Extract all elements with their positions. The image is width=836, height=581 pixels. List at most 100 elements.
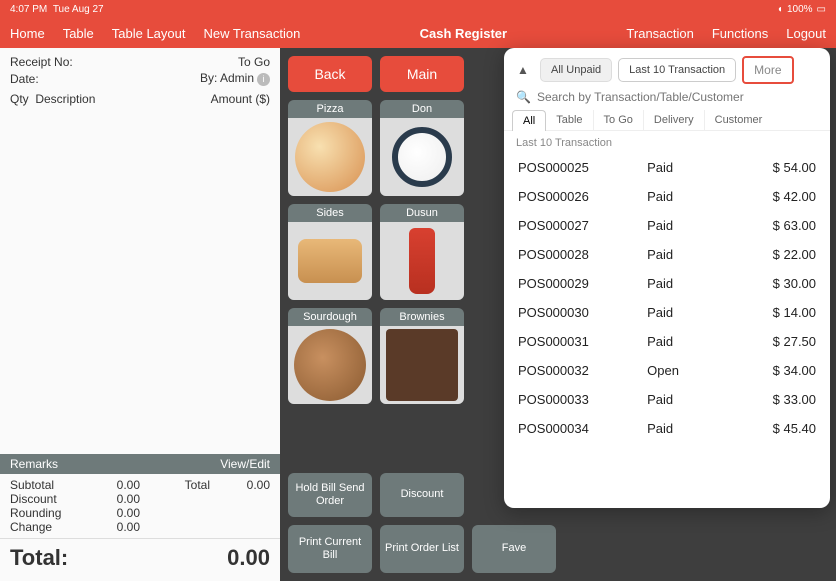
print-current-bill-button[interactable]: Print Current Bill	[288, 525, 372, 573]
subtotal-label: Subtotal	[10, 478, 80, 492]
transaction-row[interactable]: POS000033Paid$ 33.00	[504, 385, 830, 414]
nav-home[interactable]: Home	[10, 26, 45, 41]
txn-status: Open	[647, 363, 726, 378]
col-qty: Qty	[10, 92, 29, 106]
txn-status: Paid	[647, 160, 726, 175]
txn-amount: $ 30.00	[727, 276, 816, 291]
txn-status: Paid	[647, 421, 726, 436]
dusun-icon	[409, 228, 435, 294]
category-label: Dusun	[380, 204, 464, 222]
nav-new-transaction[interactable]: New Transaction	[204, 26, 301, 41]
txn-id: POS000030	[518, 305, 647, 320]
search-input[interactable]	[537, 90, 818, 104]
change-label: Change	[10, 520, 80, 534]
txn-status: Paid	[647, 305, 726, 320]
battery-percent: 100%	[787, 4, 813, 15]
txn-id: POS000026	[518, 189, 647, 204]
filter-tab-togo[interactable]: To Go	[594, 110, 644, 130]
rounding-value: 0.00	[80, 506, 140, 520]
category-label: Sourdough	[288, 308, 372, 326]
category-don[interactable]: Don	[380, 100, 464, 196]
txn-amount: $ 22.00	[727, 247, 816, 262]
search-icon: 🔍	[516, 90, 531, 104]
receipt-type: To Go	[238, 55, 270, 69]
discount-value: 0.00	[80, 492, 140, 506]
txn-id: POS000031	[518, 334, 647, 349]
seg-last10[interactable]: Last 10 Transaction	[618, 58, 736, 82]
remarks-label[interactable]: Remarks	[10, 457, 58, 471]
transaction-row[interactable]: POS000032Open$ 34.00	[504, 356, 830, 385]
sourdough-icon	[294, 329, 366, 401]
txn-id: POS000032	[518, 363, 647, 378]
nav-transaction[interactable]: Transaction	[626, 26, 693, 41]
filter-tab-all[interactable]: All	[512, 110, 546, 131]
txn-status: Paid	[647, 218, 726, 233]
filter-tab-table[interactable]: Table	[546, 110, 593, 130]
sides-icon	[298, 239, 362, 283]
view-edit-link[interactable]: View/Edit	[220, 457, 270, 471]
nav-functions[interactable]: Functions	[712, 26, 768, 41]
grand-total-value: 0.00	[227, 545, 270, 571]
category-brownies[interactable]: Brownies	[380, 308, 464, 404]
subtotal-value: 0.00	[80, 478, 140, 492]
receipt-date-label: Date:	[10, 72, 39, 86]
transaction-row[interactable]: POS000029Paid$ 30.00	[504, 269, 830, 298]
txn-amount: $ 14.00	[727, 305, 816, 320]
txn-amount: $ 63.00	[727, 218, 816, 233]
txn-id: POS000033	[518, 392, 647, 407]
transaction-list[interactable]: POS000025Paid$ 54.00POS000026Paid$ 42.00…	[504, 153, 830, 508]
txn-amount: $ 42.00	[727, 189, 816, 204]
txn-amount: $ 45.40	[727, 421, 816, 436]
nav-table[interactable]: Table	[63, 26, 94, 41]
fave-button[interactable]: Fave	[472, 525, 556, 573]
nav-table-layout[interactable]: Table Layout	[112, 26, 186, 41]
category-label: Pizza	[288, 100, 372, 118]
category-sides[interactable]: Sides	[288, 204, 372, 300]
txn-id: POS000029	[518, 276, 647, 291]
main-button[interactable]: Main	[380, 56, 464, 92]
seg-all-unpaid[interactable]: All Unpaid	[540, 58, 612, 82]
hold-bill-button[interactable]: Hold Bill Send Order	[288, 473, 372, 517]
transaction-row[interactable]: POS000027Paid$ 63.00	[504, 211, 830, 240]
txn-amount: $ 54.00	[727, 160, 816, 175]
back-button[interactable]: Back	[288, 56, 372, 92]
total-value: 0.00	[210, 478, 270, 492]
category-sourdough[interactable]: Sourdough	[288, 308, 372, 404]
transaction-row[interactable]: POS000031Paid$ 27.50	[504, 327, 830, 356]
grand-total-label: Total:	[10, 545, 68, 571]
transaction-row[interactable]: POS000030Paid$ 14.00	[504, 298, 830, 327]
txn-amount: $ 33.00	[727, 392, 816, 407]
pizza-icon	[295, 122, 365, 192]
category-label: Brownies	[380, 308, 464, 326]
don-icon	[392, 127, 452, 187]
status-date: Tue Aug 27	[53, 4, 104, 15]
category-dusun[interactable]: Dusun	[380, 204, 464, 300]
txn-amount: $ 34.00	[727, 363, 816, 378]
filter-tab-customer[interactable]: Customer	[705, 110, 773, 130]
info-icon[interactable]: i	[257, 73, 270, 86]
category-label: Don	[380, 100, 464, 118]
more-button[interactable]: More	[742, 56, 793, 84]
txn-status: Paid	[647, 392, 726, 407]
nav-logout[interactable]: Logout	[786, 26, 826, 41]
battery-icon: ▭	[817, 4, 826, 15]
print-order-list-button[interactable]: Print Order List	[380, 525, 464, 573]
transaction-row[interactable]: POS000034Paid$ 45.40	[504, 414, 830, 443]
transaction-row[interactable]: POS000026Paid$ 42.00	[504, 182, 830, 211]
transaction-row[interactable]: POS000025Paid$ 54.00	[504, 153, 830, 182]
status-time: 4:07 PM	[10, 4, 47, 15]
category-pizza[interactable]: Pizza	[288, 100, 372, 196]
txn-id: POS000028	[518, 247, 647, 262]
txn-id: POS000034	[518, 421, 647, 436]
collapse-button[interactable]: ▲	[512, 59, 534, 81]
transaction-row[interactable]: POS000028Paid$ 22.00	[504, 240, 830, 269]
filter-tab-delivery[interactable]: Delivery	[644, 110, 705, 130]
txn-id: POS000025	[518, 160, 647, 175]
wifi-icon: ◖	[777, 4, 783, 15]
section-label: Last 10 Transaction	[504, 131, 830, 153]
change-value: 0.00	[80, 520, 140, 534]
discount-button[interactable]: Discount	[380, 473, 464, 517]
receipt-panel: Receipt No: To Go Date: By: Admini Qty D…	[0, 48, 280, 581]
receipt-no-label: Receipt No:	[10, 55, 73, 69]
col-amount: Amount ($)	[211, 92, 270, 106]
